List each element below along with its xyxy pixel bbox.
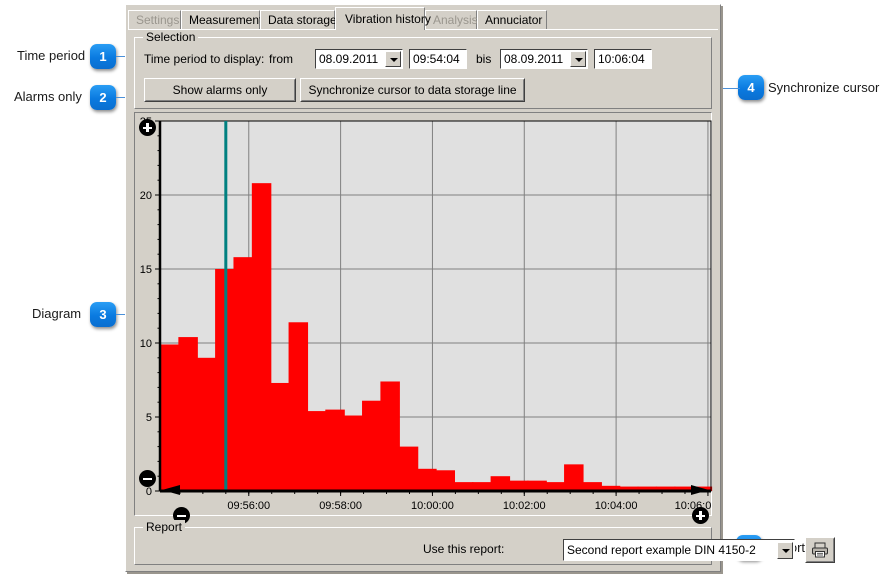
report-group-title: Report	[143, 520, 185, 534]
from-label: from	[269, 52, 293, 66]
screenshot-root: Time period 1 Alarms only 2 Diagram 3 4 …	[0, 0, 894, 578]
annotation-badge-1: 1	[90, 44, 116, 69]
svg-text:09:56:00: 09:56:00	[227, 500, 270, 512]
svg-text:10:04:00: 10:04:00	[595, 500, 638, 512]
report-selected-value: Second report example DIN 4150-2	[567, 543, 756, 557]
synchronize-cursor-label: Synchronize cursor to data storage line	[301, 79, 524, 101]
from-date-value: 08.09.2011	[319, 52, 378, 66]
to-time-input[interactable]: 10:06:04	[594, 49, 652, 69]
tab-annuciator[interactable]: Annuciator	[477, 10, 547, 29]
annotation-label-4: Synchronize cursor	[768, 80, 879, 95]
printer-icon	[806, 538, 834, 562]
pan-right-icon[interactable]	[692, 507, 709, 524]
from-date-combo[interactable]: 08.09.2011	[315, 49, 403, 69]
tab-settings[interactable]: Settings	[128, 10, 181, 29]
report-select[interactable]: Second report example DIN 4150-2	[563, 539, 795, 561]
report-group: Report Use this report: Second report ex…	[134, 527, 712, 565]
application-window: Settings Measurement Data storage Vibrat…	[125, 4, 721, 572]
time-period-label: Time period to display:	[144, 52, 264, 66]
svg-text:15: 15	[140, 264, 152, 276]
to-date-combo[interactable]: 08.09.2011	[500, 49, 588, 69]
svg-text:0: 0	[146, 486, 152, 498]
tab-measurement[interactable]: Measurement	[181, 10, 260, 29]
selection-group: Selection Time period to display: from 0…	[134, 37, 712, 109]
zoom-in-icon[interactable]	[139, 119, 156, 136]
use-report-label: Use this report:	[423, 542, 504, 556]
svg-text:20: 20	[140, 190, 152, 202]
annotation-label-1: Time period	[17, 48, 85, 63]
tab-vibration-history[interactable]: Vibration history	[335, 7, 425, 30]
annotation-badge-2: 2	[90, 85, 116, 110]
tab-strip: Settings Measurement Data storage Vibrat…	[128, 7, 718, 29]
annotation-badge-3: 3	[90, 302, 116, 327]
diagram-svg: 051015202509:56:0009:58:0010:00:0010:02:…	[135, 113, 713, 517]
svg-text:10:00:00: 10:00:00	[411, 500, 454, 512]
chevron-down-icon[interactable]	[570, 51, 586, 67]
svg-text:5: 5	[146, 412, 152, 424]
svg-text:10: 10	[140, 338, 152, 350]
print-report-button[interactable]	[805, 537, 835, 563]
vibration-history-diagram[interactable]: 051015202509:56:0009:58:0010:00:0010:02:…	[134, 112, 712, 516]
synchronize-cursor-button[interactable]: Synchronize cursor to data storage line	[300, 78, 525, 102]
show-alarms-only-button[interactable]: Show alarms only	[144, 78, 296, 102]
annotation-label-2: Alarms only	[14, 89, 82, 104]
svg-text:10:02:00: 10:02:00	[503, 500, 546, 512]
annotation-badge-4: 4	[738, 75, 764, 100]
bis-label: bis	[476, 52, 491, 66]
tab-analysis[interactable]: Analysis	[425, 10, 477, 29]
chevron-down-icon[interactable]	[385, 51, 401, 67]
selection-group-title: Selection	[143, 30, 198, 44]
annotation-label-3: Diagram	[32, 306, 81, 321]
svg-text:Wall clock: Wall clock	[411, 516, 461, 517]
to-date-value: 08.09.2011	[504, 52, 563, 66]
tab-data-storage[interactable]: Data storage	[260, 10, 335, 29]
zoom-out-icon[interactable]	[139, 470, 156, 487]
svg-text:09:58:00: 09:58:00	[319, 500, 362, 512]
chevron-down-icon[interactable]	[777, 542, 793, 559]
from-time-input[interactable]: 09:54:04	[409, 49, 467, 69]
show-alarms-only-label: Show alarms only	[145, 79, 295, 101]
